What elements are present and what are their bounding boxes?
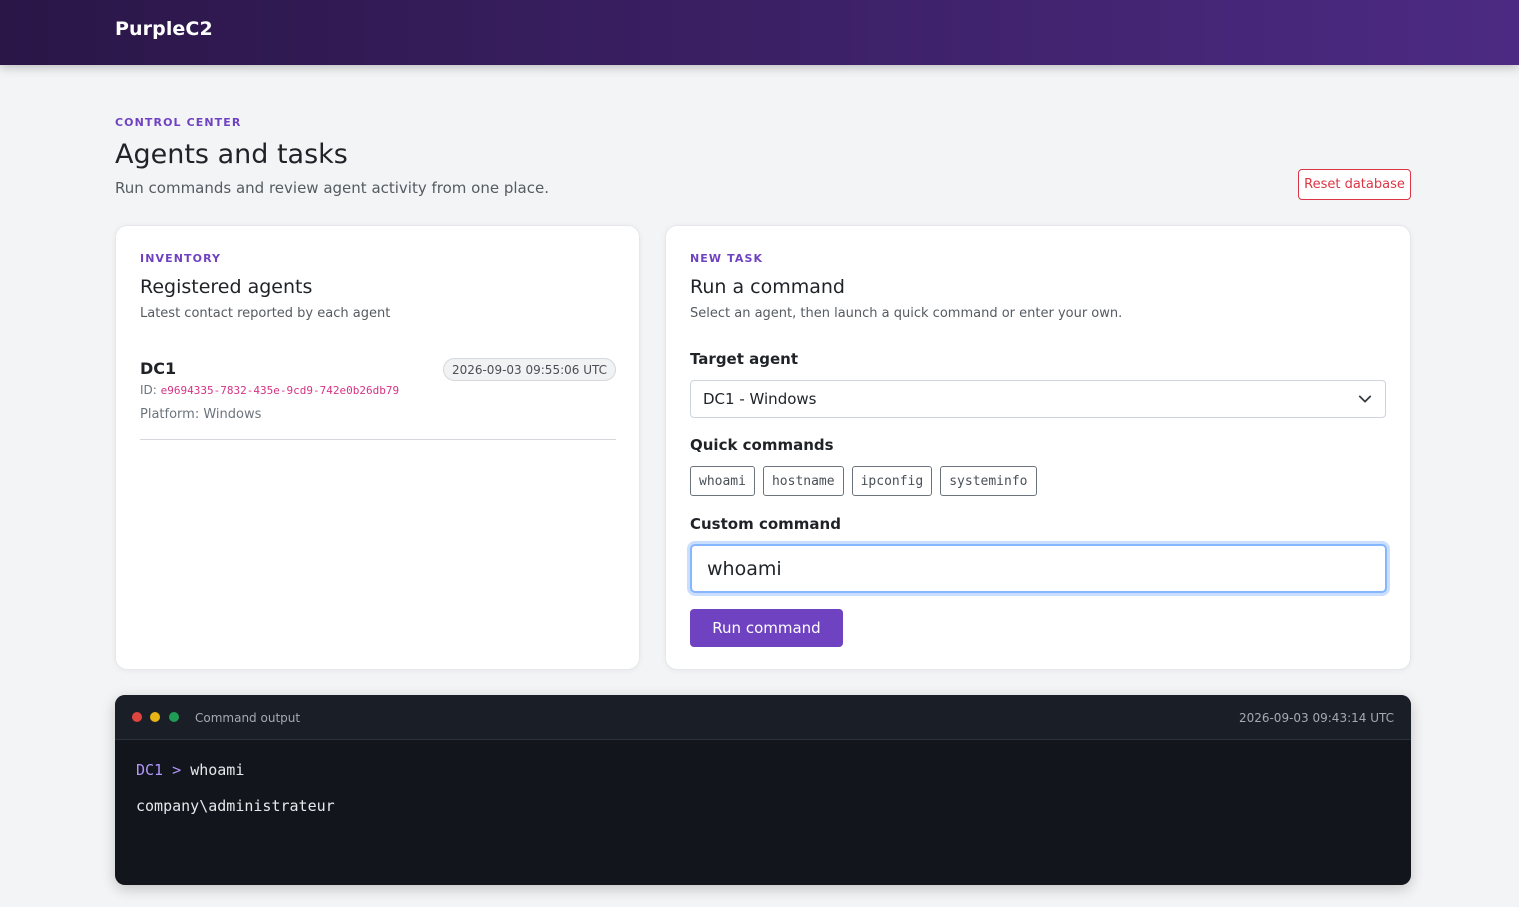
quick-commands-group: whoami hostname ipconfig systeminfo xyxy=(690,466,1037,496)
chevron-down-icon xyxy=(1358,395,1372,403)
page-title: Agents and tasks xyxy=(115,139,348,170)
command-output-panel: Command output 2026-09-03 09:43:14 UTC D… xyxy=(115,695,1411,885)
agent-id-value: e9694335-7832-435e-9cd9-742e0b26db79 xyxy=(160,384,400,397)
brand-logo[interactable]: PurpleC2 xyxy=(115,18,213,40)
agent-id-label: ID: xyxy=(140,383,157,397)
quick-command-systeminfo[interactable]: systeminfo xyxy=(940,466,1037,496)
page-subtitle: Run commands and review agent activity f… xyxy=(115,179,549,197)
last-seen-badge: 2026-09-03 09:55:06 UTC xyxy=(442,358,616,381)
window-dot-yellow-icon xyxy=(150,712,160,722)
target-agent-value: DC1 - Windows xyxy=(703,390,817,408)
inventory-subtitle: Latest contact reported by each agent xyxy=(140,306,391,321)
inventory-card: INVENTORY Registered agents Latest conta… xyxy=(115,225,640,670)
page-eyebrow: CONTROL CENTER xyxy=(115,116,242,129)
target-agent-label: Target agent xyxy=(690,350,799,368)
terminal-body: DC1 > whoami company\administrateur xyxy=(136,761,335,815)
prompt-separator: > xyxy=(172,761,182,779)
quick-command-ipconfig[interactable]: ipconfig xyxy=(851,466,933,496)
inventory-eyebrow: INVENTORY xyxy=(140,252,222,265)
terminal-timestamp: 2026-09-03 09:43:14 UTC xyxy=(1238,711,1394,725)
quick-command-hostname[interactable]: hostname xyxy=(762,466,844,496)
target-agent-select[interactable]: DC1 - Windows xyxy=(690,380,1386,418)
task-eyebrow: NEW TASK xyxy=(690,252,764,265)
quick-commands-label: Quick commands xyxy=(690,436,834,454)
window-dot-green-icon xyxy=(169,712,179,722)
inventory-title: Registered agents xyxy=(140,276,313,298)
agent-name: DC1 xyxy=(140,359,177,378)
terminal-title: Command output xyxy=(195,711,301,725)
prompt-agent: DC1 xyxy=(136,761,164,779)
task-title: Run a command xyxy=(690,276,845,298)
reset-database-button[interactable]: Reset database xyxy=(1298,169,1411,200)
top-navbar: PurpleC2 xyxy=(0,0,1519,65)
command-result: company\administrateur xyxy=(136,797,335,815)
custom-command-label: Custom command xyxy=(690,515,841,533)
custom-command-input[interactable] xyxy=(690,544,1387,593)
quick-command-whoami[interactable]: whoami xyxy=(690,466,755,496)
window-dot-red-icon xyxy=(132,712,142,722)
agent-platform: Platform: Windows xyxy=(140,407,262,422)
agent-id-row: ID: e9694335-7832-435e-9cd9-742e0b26db79 xyxy=(140,383,399,397)
terminal-header: Command output 2026-09-03 09:43:14 UTC xyxy=(115,695,1411,740)
agent-list-item[interactable]: DC1 2026-09-03 09:55:06 UTC ID: e9694335… xyxy=(140,356,616,440)
task-subtitle: Select an agent, then launch a quick com… xyxy=(690,306,1123,321)
run-command-button[interactable]: Run command xyxy=(690,609,843,647)
new-task-card: NEW TASK Run a command Select an agent, … xyxy=(665,225,1411,670)
prompt-command: whoami xyxy=(190,761,245,779)
prompt-line: DC1 > whoami xyxy=(136,761,335,779)
